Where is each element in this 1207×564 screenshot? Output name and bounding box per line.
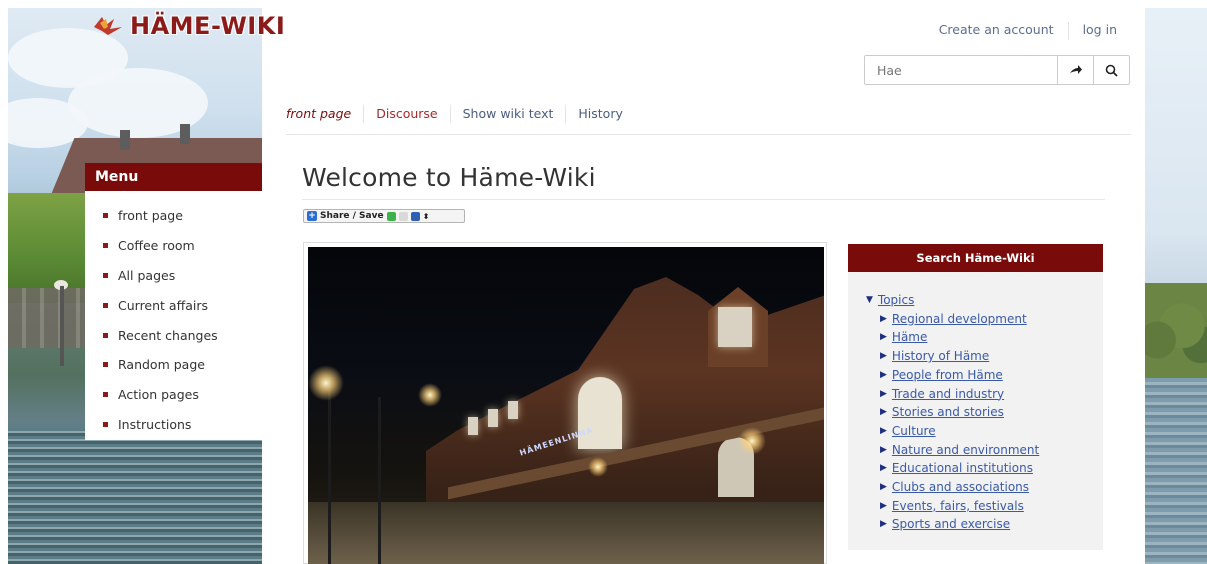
sidebar-item-label: Random page (118, 357, 205, 373)
topic-link[interactable]: People from Häme (892, 366, 1003, 385)
triangle-right-icon: ▶ (880, 407, 887, 418)
sidebar-item-current-affairs[interactable]: Current affairs (103, 290, 262, 320)
tabs-divider (286, 134, 1131, 135)
sidebar-item-label: Instructions (118, 416, 192, 432)
topic-item[interactable]: ▶ Culture (866, 422, 1103, 441)
bullet-icon (103, 392, 108, 398)
topics-box-title: Search Häme-Wiki (848, 244, 1103, 272)
topic-item[interactable]: ▶ Sports and exercise (866, 515, 1103, 534)
triangle-right-icon: ▶ (880, 519, 887, 530)
station-photo[interactable]: HÄMEENLINNA (308, 247, 824, 564)
sidebar-item-instructions[interactable]: Instructions (103, 410, 262, 440)
topic-link[interactable]: Häme (892, 328, 927, 347)
triangle-right-icon: ▶ (880, 351, 887, 362)
share-service-icon (398, 211, 408, 221)
topic-item[interactable]: ▶ Events, fairs, festivals (866, 497, 1103, 516)
sidebar-menu: Menu front page Coffee room All pages Cu… (85, 163, 262, 440)
sidebar-item-recent-changes[interactable]: Recent changes (103, 320, 262, 350)
triangle-right-icon: ▶ (880, 388, 887, 399)
sidebar-item-all-pages[interactable]: All pages (103, 261, 262, 291)
sidebar-item-front-page[interactable]: front page (103, 201, 262, 231)
bullet-icon (103, 272, 108, 278)
dropdown-icon: ⬍ (422, 211, 430, 221)
triangle-right-icon: ▶ (880, 313, 887, 324)
topics-root[interactable]: ▼ Topics (866, 291, 1103, 310)
topic-item[interactable]: ▶ History of Häme (866, 347, 1103, 366)
topic-item[interactable]: ▶ Häme (866, 328, 1103, 347)
triangle-right-icon: ▶ (880, 500, 887, 511)
share-save-button[interactable]: + Share / Save ⬍ (303, 209, 465, 223)
login-link[interactable]: log in (1069, 22, 1117, 40)
plus-icon: + (307, 211, 317, 221)
topic-item[interactable]: ▶ Nature and environment (866, 441, 1103, 460)
topic-link[interactable]: Sports and exercise (892, 515, 1010, 534)
arrow-right-icon (1069, 65, 1082, 74)
background-landscape-right (1145, 8, 1207, 564)
topic-item[interactable]: ▶ Stories and stories (866, 403, 1103, 422)
share-label: Share / Save (320, 211, 384, 221)
user-links: Create an account log in (925, 22, 1117, 40)
sidebar-item-coffee-room[interactable]: Coffee room (103, 231, 262, 261)
search-button[interactable] (1093, 56, 1129, 84)
triangle-right-icon: ▶ (880, 369, 887, 380)
create-account-link[interactable]: Create an account (925, 22, 1054, 40)
site-logo[interactable]: HÄME-WIKI (92, 12, 285, 40)
bullet-icon (103, 332, 108, 338)
topic-item[interactable]: ▶ Educational institutions (866, 459, 1103, 478)
topic-link[interactable]: History of Häme (892, 347, 989, 366)
topic-item[interactable]: ▶ Clubs and associations (866, 478, 1103, 497)
triangle-right-icon: ▶ (880, 444, 887, 455)
topic-link[interactable]: Nature and environment (892, 441, 1039, 460)
sidebar-item-label: Current affairs (118, 297, 208, 313)
sidebar-item-label: front page (118, 208, 183, 224)
topic-link[interactable]: Clubs and associations (892, 478, 1029, 497)
topic-link[interactable]: Culture (892, 422, 936, 441)
logo-text: HÄME-WIKI (130, 12, 286, 40)
go-button[interactable] (1057, 56, 1093, 84)
bullet-icon (103, 362, 108, 368)
search-box (864, 55, 1130, 85)
title-divider (302, 199, 1105, 200)
sidebar-item-action-pages[interactable]: Action pages (103, 380, 262, 410)
magnifier-icon (1105, 64, 1118, 77)
topic-item[interactable]: ▶ Trade and industry (866, 385, 1103, 404)
page-tabs: front page Discourse Show wiki text Hist… (286, 105, 635, 123)
topic-link[interactable]: Educational institutions (892, 459, 1033, 478)
search-input[interactable] (865, 56, 1057, 84)
topic-link[interactable]: Stories and stories (892, 403, 1004, 422)
topic-item[interactable]: ▶ Regional development (866, 310, 1103, 329)
tab-history[interactable]: History (565, 105, 634, 123)
share-service-icon (386, 211, 396, 221)
page-title: Welcome to Häme-Wiki (302, 163, 596, 192)
tab-front-page[interactable]: front page (286, 105, 363, 123)
triangle-right-icon: ▶ (880, 482, 887, 493)
sidebar-item-label: Coffee room (118, 238, 195, 254)
bullet-icon (103, 302, 108, 308)
triangle-right-icon: ▶ (880, 332, 887, 343)
tab-discourse[interactable]: Discourse (363, 105, 449, 123)
topics-box: Search Häme-Wiki ▼ Topics ▶ Regional deve… (848, 244, 1103, 550)
sidebar-item-label: Action pages (118, 387, 199, 403)
logo-emblem-icon (92, 15, 126, 37)
topics-root-link[interactable]: Topics (878, 291, 914, 310)
topic-link[interactable]: Events, fairs, festivals (892, 497, 1024, 516)
triangle-right-icon: ▶ (880, 463, 887, 474)
topic-link[interactable]: Trade and industry (892, 385, 1004, 404)
photo-frame: HÄMEENLINNA (303, 242, 827, 564)
bullet-icon (103, 421, 108, 427)
sidebar-item-label: All pages (118, 267, 176, 283)
tab-show-wiki-text[interactable]: Show wiki text (449, 105, 566, 123)
triangle-down-icon: ▼ (866, 295, 873, 305)
sidebar-item-random-page[interactable]: Random page (103, 350, 262, 380)
topic-link[interactable]: Regional development (892, 310, 1027, 329)
topic-item[interactable]: ▶ People from Häme (866, 366, 1103, 385)
sidebar-item-label: Recent changes (118, 327, 218, 343)
bullet-icon (103, 213, 108, 219)
bullet-icon (103, 243, 108, 249)
menu-title: Menu (85, 163, 262, 191)
share-service-icon (410, 211, 420, 221)
triangle-right-icon: ▶ (880, 425, 887, 436)
